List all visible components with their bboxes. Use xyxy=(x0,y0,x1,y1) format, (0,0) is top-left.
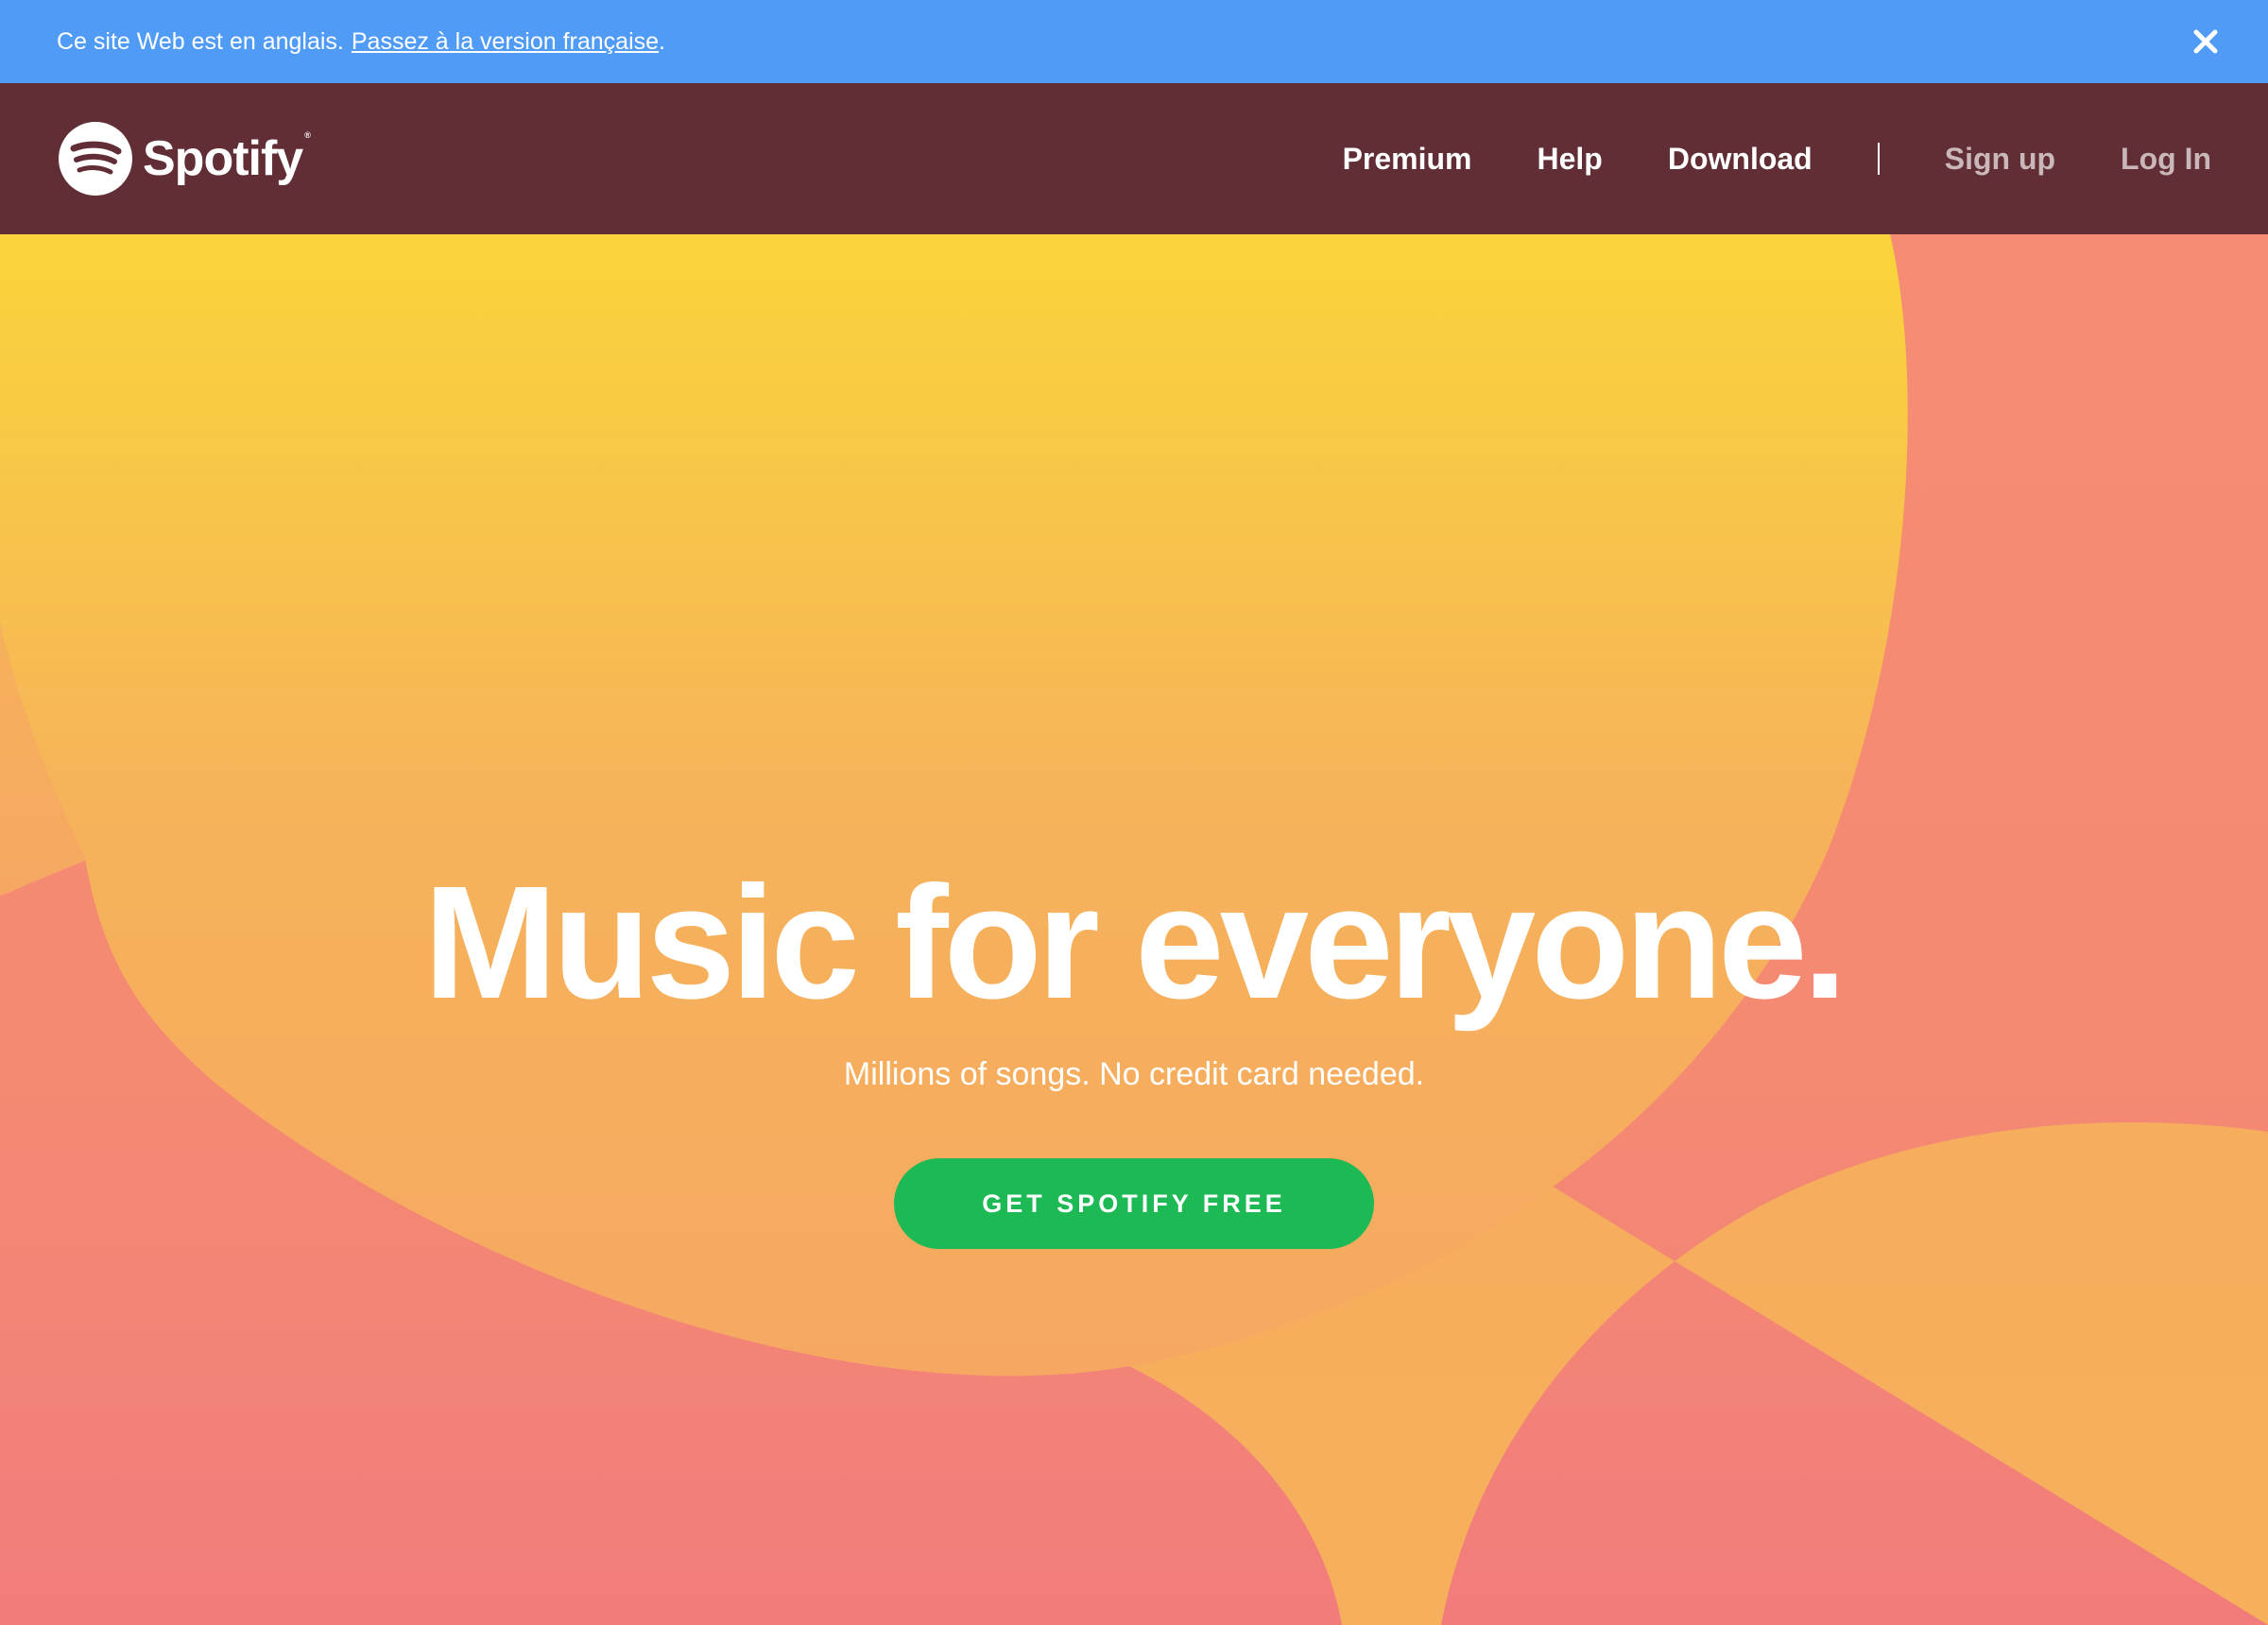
language-banner: Ce site Web est en anglais. Passez à la … xyxy=(0,0,2268,83)
registered-mark: ® xyxy=(304,130,311,140)
hero-content: Music for everyone. Millions of songs. N… xyxy=(0,234,2268,1625)
spotify-icon xyxy=(59,122,132,196)
hero-subtitle: Millions of songs. No credit card needed… xyxy=(843,1056,1425,1092)
spotify-logo[interactable]: Spotify ® xyxy=(58,121,311,197)
get-spotify-free-button[interactable]: GET SPOTIFY FREE xyxy=(894,1158,1374,1249)
brand-text: Spotify xyxy=(143,131,303,186)
nav-links: Premium Help Download Sign up Log In xyxy=(1278,83,2211,234)
nav-signup-link[interactable]: Sign up xyxy=(1945,142,2055,177)
hero-title: Music for everyone. xyxy=(423,853,1847,1033)
banner-message: Ce site Web est en anglais. xyxy=(57,27,344,55)
brand-name: Spotify ® xyxy=(143,130,311,187)
top-navigation: Spotify ® Premium Help Download Sign up L… xyxy=(0,83,2268,234)
nav-divider xyxy=(1877,143,1880,175)
close-icon[interactable] xyxy=(2189,25,2223,59)
hero-section: Music for everyone. Millions of songs. N… xyxy=(0,234,2268,1625)
nav-help-link[interactable]: Help xyxy=(1538,142,1603,177)
banner-period: . xyxy=(659,27,665,55)
nav-premium-link[interactable]: Premium xyxy=(1343,142,1472,177)
french-version-link[interactable]: Passez à la version française xyxy=(352,28,659,56)
nav-download-link[interactable]: Download xyxy=(1668,142,1813,177)
nav-login-link[interactable]: Log In xyxy=(2121,142,2211,177)
